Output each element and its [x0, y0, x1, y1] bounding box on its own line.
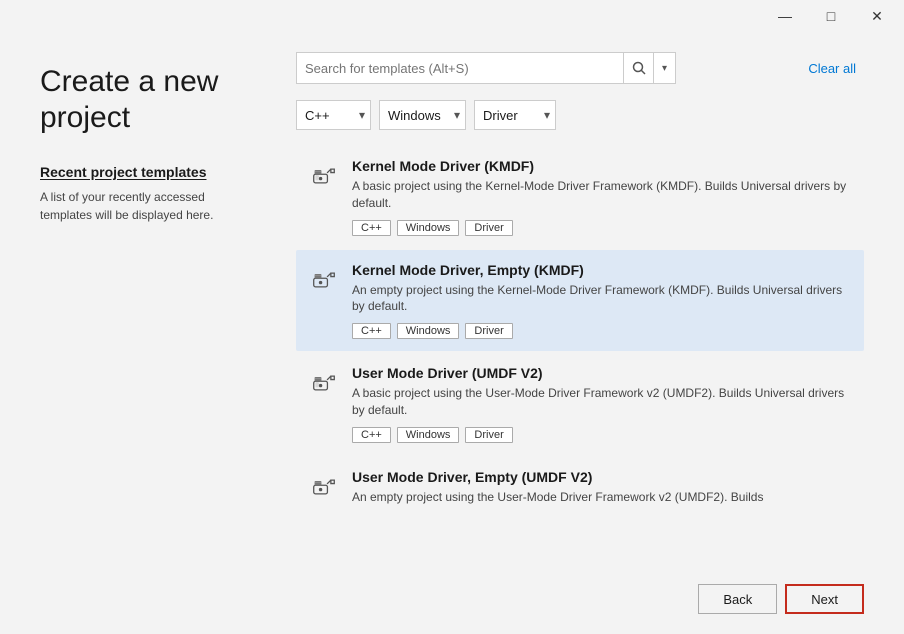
template-name: User Mode Driver, Empty (UMDF V2): [352, 469, 852, 485]
platform-filter-wrapper: Windows Linux macOS: [379, 100, 466, 130]
template-icon: [308, 160, 340, 192]
maximize-button[interactable]: □: [808, 1, 854, 31]
template-item[interactable]: User Mode Driver (UMDF V2) A basic proje…: [296, 353, 864, 455]
minimize-button[interactable]: —: [762, 1, 808, 31]
tag-windows: Windows: [397, 427, 460, 443]
right-panel: ▾ Clear all C++ C# Python Windows Linux: [280, 32, 904, 568]
window: — □ ✕ Create a new project Recent projec…: [0, 0, 904, 634]
template-item[interactable]: User Mode Driver, Empty (UMDF V2) An emp…: [296, 457, 864, 526]
templates-list: Kernel Mode Driver (KMDF) A basic projec…: [296, 146, 864, 548]
tag-driver: Driver: [465, 220, 512, 236]
filter-row: C++ C# Python Windows Linux macOS Driver: [296, 100, 864, 130]
recent-description: A list of your recently accessed templat…: [40, 188, 248, 224]
search-button[interactable]: [623, 52, 653, 84]
close-button[interactable]: ✕: [854, 1, 900, 31]
title-bar: — □ ✕: [0, 0, 904, 32]
template-item[interactable]: Kernel Mode Driver, Empty (KMDF) An empt…: [296, 250, 864, 352]
search-container: ▾: [296, 52, 676, 84]
left-panel: Create a new project Recent project temp…: [0, 32, 280, 568]
template-tags: C++ Windows Driver: [352, 427, 852, 443]
platform-filter[interactable]: Windows Linux macOS: [379, 100, 466, 130]
tag-windows: Windows: [397, 220, 460, 236]
template-description: An empty project using the User-Mode Dri…: [352, 489, 852, 506]
template-name: User Mode Driver (UMDF V2): [352, 365, 852, 381]
template-name: Kernel Mode Driver (KMDF): [352, 158, 852, 174]
main-content: Create a new project Recent project temp…: [0, 32, 904, 568]
template-icon: [308, 471, 340, 503]
template-tags: C++ Windows Driver: [352, 323, 852, 339]
template-name: Kernel Mode Driver, Empty (KMDF): [352, 262, 852, 278]
template-icon: [308, 264, 340, 296]
back-button[interactable]: Back: [698, 584, 777, 614]
tag-driver: Driver: [465, 323, 512, 339]
template-info: User Mode Driver, Empty (UMDF V2) An emp…: [352, 469, 852, 514]
language-filter[interactable]: C++ C# Python: [296, 100, 371, 130]
template-info: Kernel Mode Driver, Empty (KMDF) An empt…: [352, 262, 852, 340]
template-tags: C++ Windows Driver: [352, 220, 852, 236]
type-filter-wrapper: Driver Library Console: [474, 100, 556, 130]
clear-all-button[interactable]: Clear all: [800, 61, 864, 76]
tag-cpp: C++: [352, 220, 391, 236]
template-icon: [308, 367, 340, 399]
tag-windows: Windows: [397, 323, 460, 339]
search-row: ▾ Clear all: [296, 52, 864, 84]
bottom-bar: Back Next: [0, 568, 904, 634]
template-description: An empty project using the Kernel-Mode D…: [352, 282, 852, 316]
type-filter[interactable]: Driver Library Console: [474, 100, 556, 130]
language-filter-wrapper: C++ C# Python: [296, 100, 371, 130]
template-info: User Mode Driver (UMDF V2) A basic proje…: [352, 365, 852, 443]
tag-cpp: C++: [352, 323, 391, 339]
next-button[interactable]: Next: [785, 584, 864, 614]
search-dropdown-button[interactable]: ▾: [653, 52, 675, 84]
template-item[interactable]: Kernel Mode Driver (KMDF) A basic projec…: [296, 146, 864, 248]
template-description: A basic project using the Kernel-Mode Dr…: [352, 178, 852, 212]
title-bar-buttons: — □ ✕: [762, 1, 900, 31]
template-info: Kernel Mode Driver (KMDF) A basic projec…: [352, 158, 852, 236]
search-input[interactable]: [297, 53, 623, 83]
tag-driver: Driver: [465, 427, 512, 443]
recent-section-title: Recent project templates: [40, 164, 248, 180]
template-description: A basic project using the User-Mode Driv…: [352, 385, 852, 419]
page-title: Create a new project: [40, 64, 248, 136]
tag-cpp: C++: [352, 427, 391, 443]
